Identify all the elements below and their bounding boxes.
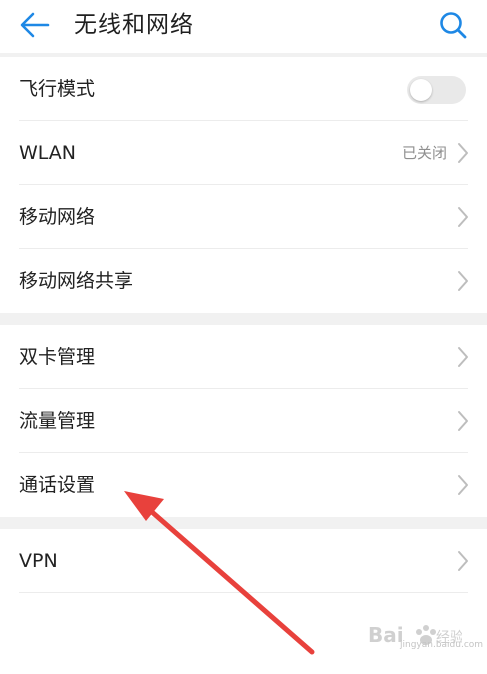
section-gap (0, 517, 487, 529)
watermark-text: jingyan.baidu.com (400, 640, 484, 650)
chevron-right-icon (458, 347, 468, 367)
wlan-status: 已关闭 (401, 144, 447, 162)
app-bar: 无线和网络 (0, 0, 487, 52)
settings-item-wlan[interactable]: WLAN 已关闭 (0, 121, 487, 185)
settings-item-label: 通话设置 (19, 474, 96, 496)
settings-item-label: VPN (19, 550, 58, 572)
settings-item-label: 移动网络 (19, 206, 96, 228)
chevron-right-icon (458, 411, 468, 431)
settings-item-label: 流量管理 (19, 410, 96, 432)
page-title: 无线和网络 (74, 12, 194, 38)
chevron-right-icon (458, 143, 468, 163)
toggle-knob (410, 79, 432, 101)
search-icon[interactable] (437, 9, 469, 41)
settings-item-call-settings[interactable]: 通话设置 (0, 453, 487, 517)
settings-item-vpn[interactable]: VPN (0, 529, 487, 593)
settings-item-label: 飞行模式 (19, 78, 96, 100)
row-divider (19, 592, 468, 593)
settings-item-label: WLAN (19, 142, 77, 164)
svg-text:Bai: Bai (368, 623, 404, 647)
settings-item-label: 双卡管理 (19, 346, 96, 368)
settings-item-dual-sim[interactable]: 双卡管理 (0, 325, 487, 389)
chevron-right-icon (458, 551, 468, 571)
settings-item-data-usage[interactable]: 流量管理 (0, 389, 487, 453)
chevron-right-icon (458, 271, 468, 291)
chevron-right-icon (458, 207, 468, 227)
settings-item-label: 移动网络共享 (19, 270, 134, 292)
settings-item-mobile-network[interactable]: 移动网络 (0, 185, 487, 249)
chevron-right-icon (458, 475, 468, 495)
section-gap (0, 313, 487, 325)
back-arrow-icon[interactable] (18, 10, 52, 40)
airplane-mode-toggle[interactable] (407, 76, 466, 104)
settings-item-tethering[interactable]: 移动网络共享 (0, 249, 487, 313)
